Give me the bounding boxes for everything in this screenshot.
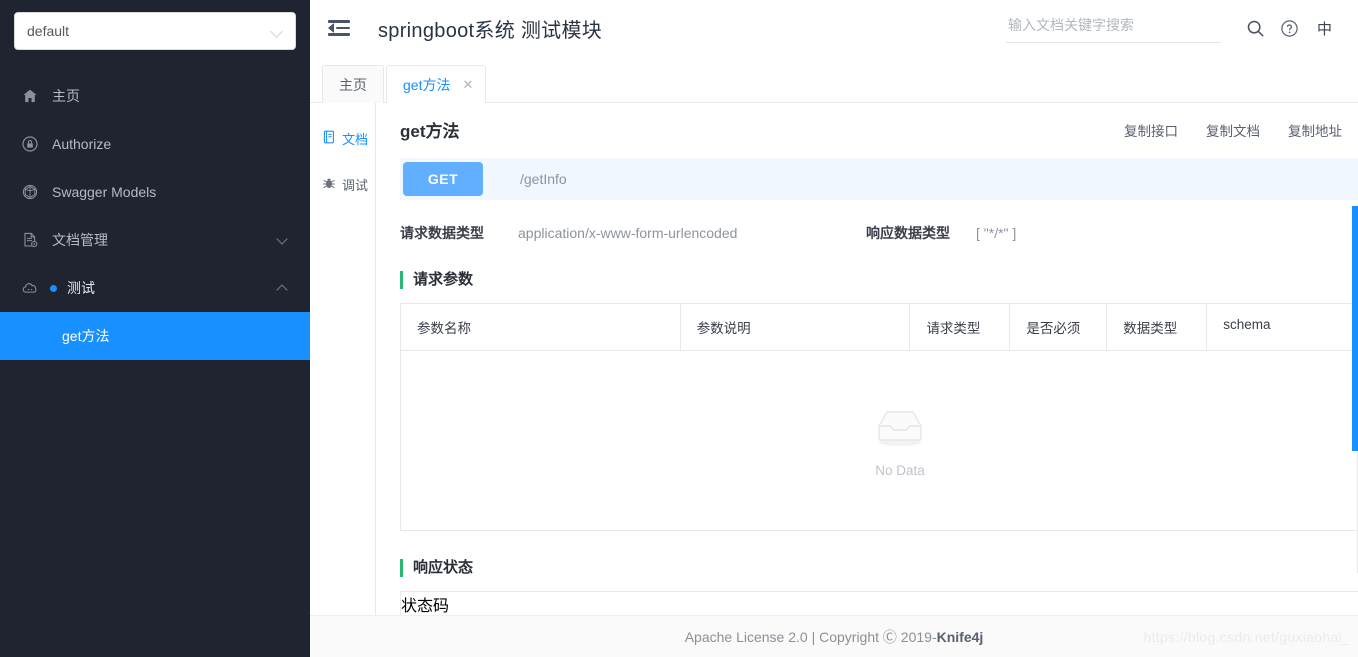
sidebar-item-home-label: 主页 xyxy=(52,86,80,106)
content-scrollbar[interactable] xyxy=(1352,206,1358,656)
copy-interface-link[interactable]: 复制接口 xyxy=(1124,120,1178,140)
watermark: https://blog.csdn.net/guxiaohai_ xyxy=(1143,629,1350,645)
search-box xyxy=(1006,14,1221,43)
footer-text: Apache License 2.0 | Copyright Ⓒ 2019- xyxy=(685,627,937,647)
response-status-section-title: 响应状态 xyxy=(400,559,1358,577)
question-circle-icon[interactable] xyxy=(1273,11,1307,45)
sidebar-item-document-manage-label: 文档管理 xyxy=(52,230,108,250)
footer: Apache License 2.0 | Copyright Ⓒ 2019-Kn… xyxy=(310,615,1358,657)
sidebar-item-test[interactable]: 测试 xyxy=(0,264,310,312)
sidebar-item-swagger-models[interactable]: Swagger Models xyxy=(0,168,310,216)
endpoint-row: GET /getInfo xyxy=(400,158,1358,200)
main-pane: springboot系统 测试模块 xyxy=(310,0,1358,657)
doc-content-inner: get方法 复制接口 复制文档 复制地址 GET /getInfo 请求数据类型 xyxy=(376,117,1358,615)
content-area: 文档 调试 get方法 xyxy=(310,103,1358,615)
empty-state: No Data xyxy=(401,351,1358,531)
top-bar: springboot系统 测试模块 xyxy=(310,0,1358,56)
column-request-type: 请求类型 xyxy=(910,304,1010,351)
request-content-type-value: application/x-www-form-urlencoded xyxy=(518,225,866,241)
request-params-table: 参数名称 参数说明 请求类型 是否必须 数据类型 schema xyxy=(400,303,1358,531)
column-data-type: 数据类型 xyxy=(1107,304,1207,351)
tab-get-method-label: get方法 xyxy=(403,75,450,95)
subnav-item-document-label: 文档 xyxy=(342,129,368,148)
bug-icon xyxy=(322,176,336,193)
sidebar-item-test-label: 测试 xyxy=(67,278,95,298)
sidebar-item-get-method[interactable]: get方法 xyxy=(0,312,310,360)
search-input[interactable] xyxy=(1006,16,1221,34)
request-params-empty-row: No Data xyxy=(401,351,1358,531)
copy-address-link[interactable]: 复制地址 xyxy=(1288,120,1342,140)
subnav-item-document[interactable]: 文档 xyxy=(310,115,375,161)
status-dot-badge xyxy=(50,285,57,292)
service-select[interactable]: default xyxy=(14,12,296,50)
request-content-type-label: 请求数据类型 xyxy=(400,223,518,243)
doc-content: get方法 复制接口 复制文档 复制地址 GET /getInfo 请求数据类型 xyxy=(376,103,1358,615)
service-select-wrapper: default xyxy=(0,0,310,50)
doc-header: get方法 复制接口 复制文档 复制地址 xyxy=(400,117,1358,142)
empty-state-label: No Data xyxy=(875,463,925,478)
sidebar-item-swagger-models-label: Swagger Models xyxy=(52,184,156,200)
chevron-up-icon xyxy=(278,283,288,293)
request-params-table-header: 参数名称 参数说明 请求类型 是否必须 数据类型 schema xyxy=(401,304,1358,351)
sidebar-item-authorize[interactable]: Authorize xyxy=(0,120,310,168)
chevron-down-icon xyxy=(278,235,288,245)
sidebar-item-document-manage[interactable]: 文档管理 xyxy=(0,216,310,264)
doc-actions: 复制接口 复制文档 复制地址 xyxy=(1124,120,1342,140)
sidebar-item-home[interactable]: 主页 xyxy=(0,72,310,120)
tab-home-label: 主页 xyxy=(339,75,367,95)
column-param-desc: 参数说明 xyxy=(681,304,911,351)
copy-document-link[interactable]: 复制文档 xyxy=(1206,120,1260,140)
search-icon[interactable] xyxy=(1239,11,1273,45)
service-select-value: default xyxy=(27,23,272,39)
document-icon xyxy=(322,130,336,147)
empty-box-icon xyxy=(867,404,933,455)
column-schema: schema xyxy=(1207,304,1358,351)
content-scrollbar-thumb[interactable] xyxy=(1352,206,1358,451)
response-status-table-header: 状态码 说明 schema xyxy=(401,592,1358,615)
sidebar-item-get-method-label: get方法 xyxy=(62,326,109,346)
cube-icon xyxy=(22,184,38,200)
response-content-type-label: 响应数据类型 xyxy=(866,223,976,243)
endpoint-path: /getInfo xyxy=(520,171,567,187)
sidebar-item-authorize-label: Authorize xyxy=(52,136,111,152)
tab-bar: 主页 get方法 ✕ xyxy=(310,56,1358,103)
content-type-row: 请求数据类型 application/x-www-form-urlencoded… xyxy=(400,223,1358,243)
cloud-icon xyxy=(22,280,38,296)
column-status-code: 状态码 xyxy=(401,592,581,615)
response-content-type-value: [ "*/*" ] xyxy=(976,225,1016,241)
response-status-table: 状态码 说明 schema 200 OK xyxy=(400,591,1358,615)
footer-brand: Knife4j xyxy=(937,629,984,645)
api-title: get方法 xyxy=(400,117,460,142)
subnav-item-debug-label: 调试 xyxy=(342,175,368,194)
sidebar-menu: 主页 Authorize xyxy=(0,72,310,360)
tab-get-method[interactable]: get方法 ✕ xyxy=(386,65,486,103)
home-icon xyxy=(22,88,38,104)
knife4j-app: default 主页 Authorize xyxy=(0,0,1358,657)
language-toggle[interactable]: 中 xyxy=(1307,18,1342,39)
tab-home[interactable]: 主页 xyxy=(322,65,384,103)
sidebar: default 主页 Authorize xyxy=(0,0,310,657)
request-params-section-title: 请求参数 xyxy=(400,271,1358,289)
column-param-name: 参数名称 xyxy=(401,304,681,351)
chevron-down-icon xyxy=(272,26,283,37)
close-icon[interactable]: ✕ xyxy=(462,78,473,91)
lock-icon xyxy=(22,136,38,152)
doc-subnav: 文档 调试 xyxy=(310,103,376,615)
menu-fold-icon[interactable] xyxy=(328,19,350,37)
subnav-item-debug[interactable]: 调试 xyxy=(310,161,375,207)
page-title: springboot系统 测试模块 xyxy=(378,14,602,43)
http-method-badge: GET xyxy=(403,162,483,196)
document-gear-icon xyxy=(22,232,38,248)
top-bar-actions: 中 xyxy=(1006,11,1342,45)
column-required: 是否必须 xyxy=(1010,304,1107,351)
